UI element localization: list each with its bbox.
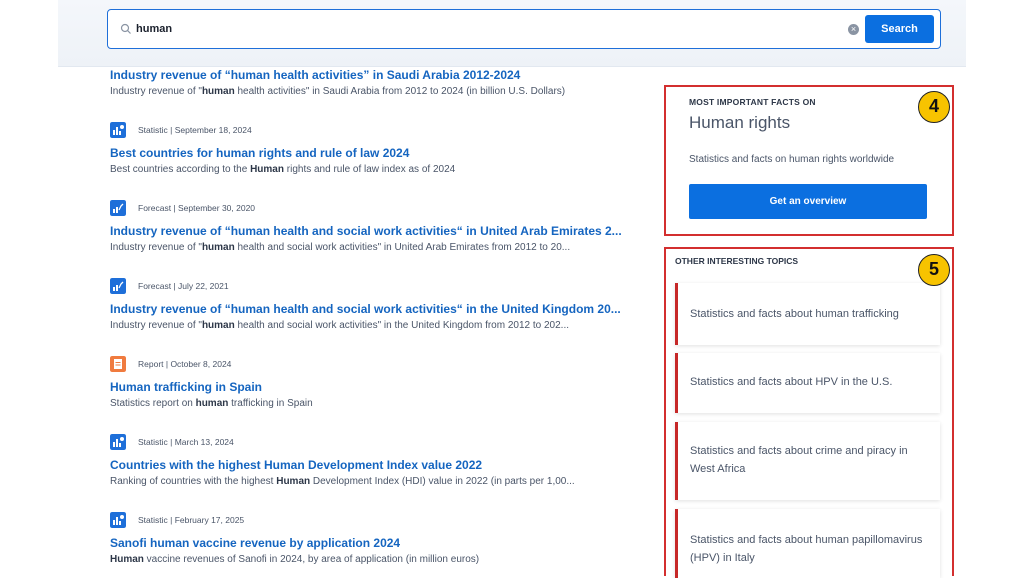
result-description: Statistics report on human trafficking i… <box>110 398 313 409</box>
result-meta-text: Statistic | March 13, 2024 <box>138 437 234 447</box>
result-meta: Statistic | February 17, 2025 <box>110 512 245 528</box>
search-button[interactable]: Search <box>865 15 934 43</box>
result-meta-text: Report | October 8, 2024 <box>138 359 232 369</box>
result-meta: Report | October 8, 2024 <box>110 356 232 372</box>
forecast-icon <box>110 200 126 216</box>
report-icon <box>110 356 126 372</box>
search-input[interactable] <box>136 10 836 47</box>
topic-card[interactable]: Statistics and facts about human papillo… <box>675 509 940 578</box>
search-icon <box>120 23 131 34</box>
result-meta-text: Statistic | September 18, 2024 <box>138 125 252 135</box>
get-overview-button[interactable]: Get an overview <box>689 184 927 219</box>
facts-description: Statistics and facts on human rights wor… <box>689 154 895 165</box>
clear-search-icon[interactable]: × <box>848 24 859 35</box>
left-gutter <box>0 0 58 576</box>
topic-card[interactable]: Statistics and facts about HPV in the U.… <box>675 353 940 413</box>
result-meta-text: Statistic | February 17, 2025 <box>138 515 245 525</box>
topic-label: Statistics and facts about human papillo… <box>690 534 923 564</box>
result-title[interactable]: Industry revenue of “human health and so… <box>110 302 621 316</box>
statistic-icon <box>110 434 126 450</box>
annotation-badge-5: 5 <box>918 254 950 286</box>
important-facts-panel: MOST IMPORTANT FACTS ON Human rights Sta… <box>664 85 954 236</box>
search-bar[interactable]: × Search <box>107 9 941 49</box>
facts-kicker: MOST IMPORTANT FACTS ON <box>689 97 816 107</box>
result-meta: Statistic | March 13, 2024 <box>110 434 234 450</box>
topic-label: Statistics and facts about HPV in the U.… <box>690 376 893 388</box>
topic-label: Statistics and facts about human traffic… <box>690 308 899 320</box>
annotation-badge-4: 4 <box>918 91 950 123</box>
topic-label: Statistics and facts about crime and pir… <box>690 445 908 475</box>
statistic-icon <box>110 122 126 138</box>
result-meta-text: Forecast | September 30, 2020 <box>138 203 256 213</box>
result-title[interactable]: Best countries for human rights and rule… <box>110 146 409 160</box>
result-description: Best countries according to the Human ri… <box>110 164 456 175</box>
result-description: Ranking of countries with the highest Hu… <box>110 476 575 487</box>
result-title[interactable]: Human trafficking in Spain <box>110 380 262 394</box>
right-gutter <box>966 0 1024 576</box>
result-meta-text: Forecast | July 22, 2021 <box>138 281 229 291</box>
forecast-icon <box>110 278 126 294</box>
result-description: Human vaccine revenues of Sanofi in 2024… <box>110 554 480 565</box>
facts-heading[interactable]: Human rights <box>689 113 790 133</box>
result-description: Industry revenue of "human health and so… <box>110 320 570 331</box>
statistic-icon <box>110 512 126 528</box>
topic-card[interactable]: Statistics and facts about crime and pir… <box>675 422 940 500</box>
result-description: Industry revenue of "human health and so… <box>110 242 571 253</box>
result-title[interactable]: Countries with the highest Human Develop… <box>110 458 482 472</box>
result-title[interactable]: Sanofi human vaccine revenue by applicat… <box>110 536 400 550</box>
topics-kicker: OTHER INTERESTING TOPICS <box>675 256 799 266</box>
result-meta: Statistic | September 18, 2024 <box>110 122 252 138</box>
topic-card[interactable]: Statistics and facts about human traffic… <box>675 283 940 345</box>
result-title[interactable]: Industry revenue of “human health and so… <box>110 224 622 238</box>
result-description: Industry revenue of "human health activi… <box>110 86 566 97</box>
result-title[interactable]: Industry revenue of “human health activi… <box>110 68 520 82</box>
result-meta: Forecast | July 22, 2021 <box>110 278 229 294</box>
result-meta: Forecast | September 30, 2020 <box>110 200 256 216</box>
other-topics-panel: OTHER INTERESTING TOPICS Statistics and … <box>664 247 954 578</box>
